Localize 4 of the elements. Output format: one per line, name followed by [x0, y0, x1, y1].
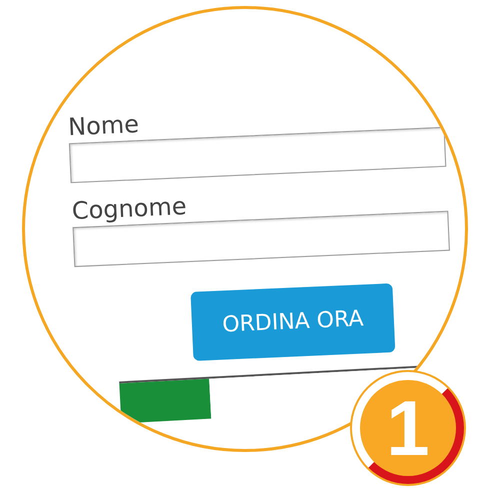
order-button[interactable]: ORDINA ORA	[190, 283, 395, 361]
field-label: Cognome	[71, 192, 188, 226]
step-badge: 1	[352, 372, 464, 484]
field-label: Nome	[68, 110, 140, 142]
